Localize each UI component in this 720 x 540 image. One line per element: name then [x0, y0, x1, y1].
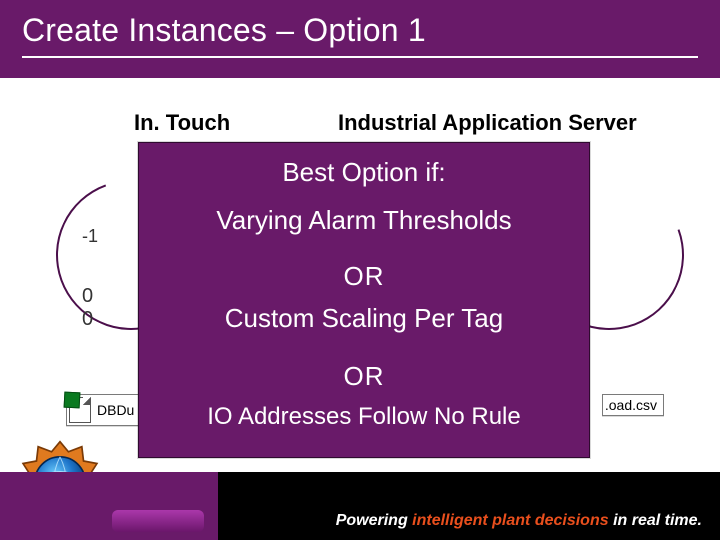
tagline-highlight: intelligent plant decisions	[412, 512, 608, 529]
decor-text-zero-a: 0	[82, 285, 93, 308]
footer-tagline: Powering intelligent plant decisions in …	[336, 512, 702, 530]
footer-banner: Powering intelligent plant decisions in …	[0, 472, 720, 540]
overlay-or-2: OR	[139, 361, 589, 392]
decor-text-neg1: -1	[82, 226, 98, 247]
title-underline	[22, 56, 698, 58]
file-chip-dbdump: DBDu	[66, 394, 141, 426]
file-chip-label: DBDu	[97, 402, 134, 418]
slide: Create Instances – Option 1 In. Touch In…	[0, 0, 720, 540]
file-chip-label: .oad.csv	[605, 397, 657, 413]
tagline-prefix: Powering	[336, 512, 412, 529]
decor-text-zero-b: 0	[82, 308, 93, 331]
spreadsheet-icon	[69, 397, 91, 423]
column-header-ias: Industrial Application Server	[338, 110, 637, 136]
overlay-heading: Best Option if:	[139, 157, 589, 188]
best-option-card: Best Option if: Varying Alarm Thresholds…	[138, 142, 590, 458]
overlay-or-1: OR	[139, 261, 589, 292]
file-chip-loadcsv: .oad.csv	[602, 394, 664, 416]
wonderware-logo	[112, 510, 204, 532]
page-title: Create Instances – Option 1	[22, 12, 698, 49]
overlay-line-scaling: Custom Scaling Per Tag	[139, 303, 589, 334]
column-header-intouch: In. Touch	[134, 110, 230, 136]
overlay-line-io: IO Addresses Follow No Rule	[139, 403, 589, 431]
tagline-suffix: in real time.	[609, 512, 702, 529]
overlay-line-thresholds: Varying Alarm Thresholds	[139, 205, 589, 236]
